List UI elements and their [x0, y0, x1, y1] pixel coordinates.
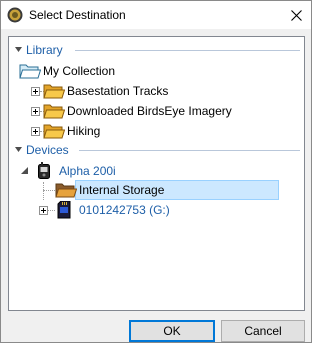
folder-icon — [43, 124, 65, 139]
collapse-triangle-icon — [15, 147, 22, 152]
tree-item-label: Internal Storage — [79, 183, 165, 197]
handheld-device-icon — [38, 162, 50, 179]
select-destination-dialog: Select Destination Library My Collection — [0, 0, 312, 343]
tree-item-label: Alpha 200i — [59, 164, 116, 178]
devices-group-label: Devices — [26, 143, 69, 157]
expand-icon[interactable] — [31, 127, 40, 136]
garmin-app-icon — [7, 7, 23, 23]
collapse-arrow-icon[interactable] — [21, 167, 29, 175]
tree-item-label: Hiking — [67, 124, 101, 138]
tree-item-label: My Collection — [43, 64, 116, 78]
tree-item-label: Downloaded BirdsEye Imagery — [67, 104, 232, 118]
tree-item-basestation-tracks[interactable]: Basestation Tracks — [43, 81, 263, 101]
library-group-header[interactable]: Library — [9, 42, 304, 58]
ok-button[interactable]: OK — [129, 320, 215, 342]
tree-item-label: Basestation Tracks — [67, 84, 169, 98]
expand-icon[interactable] — [31, 87, 40, 96]
close-icon — [290, 9, 302, 21]
library-divider — [75, 50, 300, 51]
library-group-label: Library — [26, 43, 63, 57]
devices-divider — [79, 150, 300, 151]
tree-item-hiking[interactable]: Hiking — [43, 121, 163, 141]
title-bar: Select Destination — [1, 1, 311, 29]
tree-item-alpha-200i[interactable]: Alpha 200i — [35, 161, 155, 181]
tree-item-downloaded-birdseye-imagery[interactable]: Downloaded BirdsEye Imagery — [43, 101, 273, 121]
expand-icon[interactable] — [31, 107, 40, 116]
close-button[interactable] — [281, 1, 311, 29]
open-folder-icon — [19, 64, 41, 79]
open-folder-icon — [55, 183, 77, 198]
expand-icon[interactable] — [39, 206, 48, 215]
tree-connector — [43, 190, 55, 191]
tree-item-internal-storage[interactable]: Internal Storage — [55, 180, 279, 200]
tree-item-sd-card[interactable]: 0101242753 (G:) — [57, 200, 217, 220]
dialog-title: Select Destination — [29, 8, 126, 22]
folder-icon — [43, 84, 65, 99]
tree-connector — [48, 210, 55, 211]
devices-group-header[interactable]: Devices — [9, 142, 304, 158]
tree-item-label: 0101242753 (G:) — [79, 203, 170, 217]
folder-icon — [43, 104, 65, 119]
sd-card-icon — [57, 201, 71, 219]
destination-tree[interactable]: Library My Collection Basestation Tracks — [8, 36, 305, 311]
tree-connector — [43, 182, 44, 200]
cancel-button[interactable]: Cancel — [221, 320, 305, 342]
collapse-triangle-icon — [15, 47, 22, 52]
tree-item-my-collection[interactable]: My Collection — [19, 61, 169, 81]
